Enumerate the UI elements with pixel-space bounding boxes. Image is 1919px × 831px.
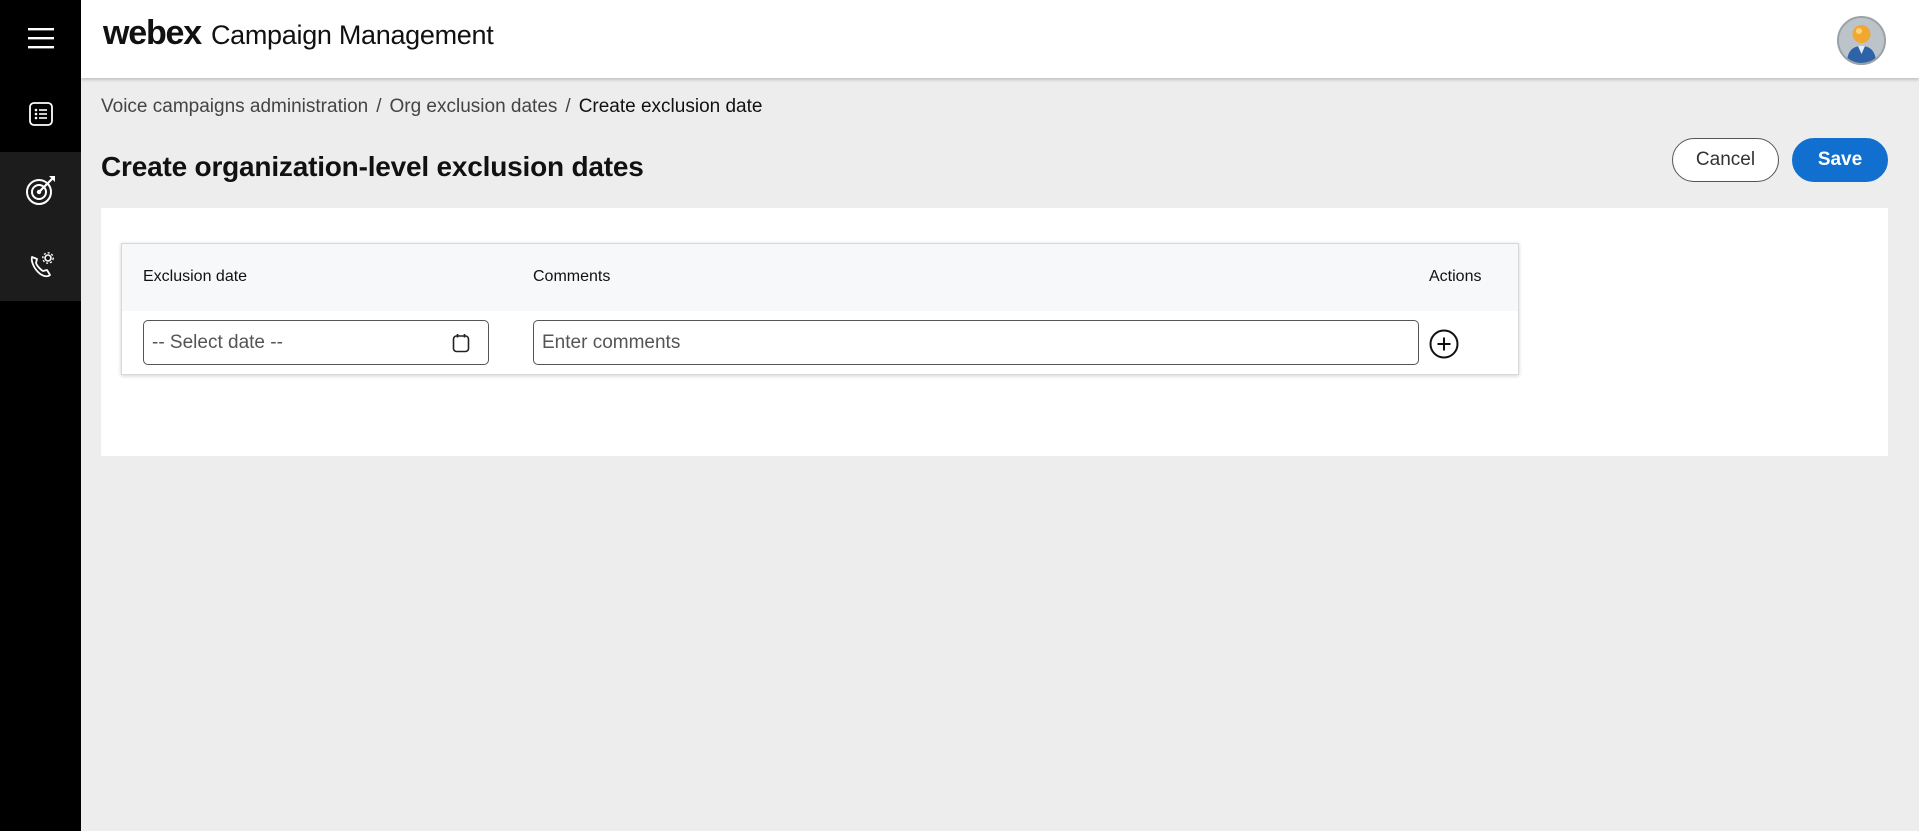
hamburger-menu-icon <box>27 28 54 49</box>
phone-settings-icon <box>30 251 54 277</box>
list-document-icon <box>28 102 53 126</box>
hamburger-menu-button[interactable] <box>0 0 81 76</box>
column-header-actions: Actions <box>1429 268 1482 285</box>
sidebar-item-campaigns[interactable] <box>0 76 81 152</box>
user-avatar-button[interactable] <box>1837 16 1886 65</box>
sidebar-item-targets[interactable] <box>0 152 81 228</box>
breadcrumb-current: Create exclusion date <box>578 96 763 117</box>
breadcrumb-separator: / <box>565 96 571 117</box>
breadcrumb-org-exclusion-dates[interactable]: Org exclusion dates <box>389 96 557 118</box>
column-header-comments: Comments <box>533 268 611 285</box>
breadcrumb-voice-campaigns[interactable]: Voice campaigns administration <box>101 96 368 118</box>
app-title: Campaign Management <box>210 20 494 50</box>
column-header-exclusion-date: Exclusion date <box>143 268 248 285</box>
breadcrumb-separator: / <box>376 96 382 117</box>
exclusion-dates-table: Exclusion date Comments Actions -- Selec… <box>121 243 1519 375</box>
sidebar <box>0 0 81 831</box>
page-title: Create organization-level exclusion date… <box>101 151 644 182</box>
date-placeholder: -- Select date -- <box>152 331 283 353</box>
save-button[interactable]: Save <box>1792 138 1888 182</box>
exclusion-date-picker[interactable]: -- Select date -- <box>143 320 489 365</box>
brand: webex Campaign Management <box>103 14 494 53</box>
exclusion-dates-card: Exclusion date Comments Actions -- Selec… <box>101 208 1888 456</box>
table-header: Exclusion date Comments Actions <box>122 244 1518 311</box>
top-header: webex Campaign Management <box>81 0 1919 78</box>
webex-logo: webex <box>103 14 202 52</box>
calendar-icon[interactable] <box>452 333 470 353</box>
breadcrumb: Voice campaigns administration / Org exc… <box>101 96 762 118</box>
add-row-icon[interactable] <box>1429 329 1459 359</box>
user-avatar-icon <box>1839 18 1884 63</box>
comments-input[interactable] <box>533 320 1419 365</box>
target-icon <box>25 176 55 205</box>
cancel-button[interactable]: Cancel <box>1672 138 1779 182</box>
sidebar-item-voice-settings[interactable] <box>0 228 81 301</box>
